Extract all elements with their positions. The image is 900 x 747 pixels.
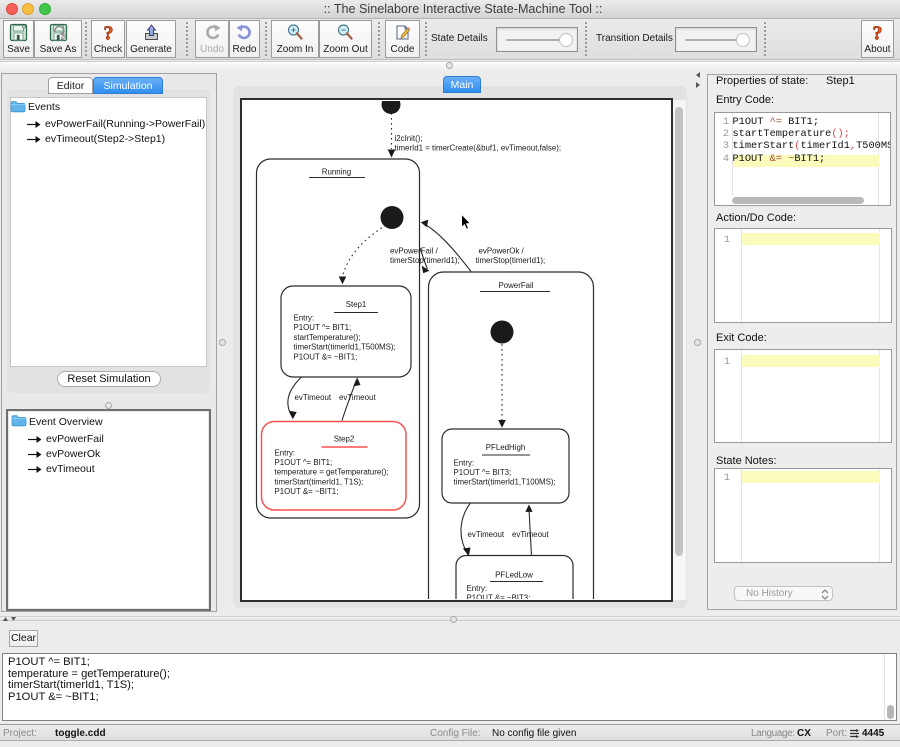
svg-text:evTimeout: evTimeout	[468, 530, 505, 539]
svg-text:timerStart(timerId1, T1S);: timerStart(timerId1, T1S);	[275, 477, 364, 486]
svg-text:PFLedHigh: PFLedHigh	[486, 443, 525, 452]
svg-text:PFLedLow: PFLedLow	[495, 571, 533, 580]
svg-text:P1OUT &= ~BIT3;: P1OUT &= ~BIT3;	[467, 594, 531, 599]
svg-text:timerId1 = timerCreate(&buf1,: timerId1 = timerCreate(&buf1, evTimeout,…	[395, 144, 562, 153]
svg-text:timerStop(timerId1);: timerStop(timerId1);	[390, 256, 460, 265]
svg-text:evTimeout: evTimeout	[295, 393, 332, 402]
svg-text:P1OUT ^= BIT1;: P1OUT ^= BIT1;	[294, 323, 352, 332]
svg-text:Entry:: Entry:	[275, 449, 296, 458]
svg-text:PowerFail: PowerFail	[498, 281, 533, 290]
svg-text:?: ?	[103, 23, 113, 43]
svg-text:startTemperature();: startTemperature();	[294, 333, 361, 342]
svg-text:timerStart(timerId1,T500MS);: timerStart(timerId1,T500MS);	[294, 343, 396, 352]
svg-text:evPowerFail /: evPowerFail /	[390, 247, 439, 256]
svg-text:evTimeout: evTimeout	[512, 530, 549, 539]
svg-text:i2cInit();: i2cInit();	[395, 134, 423, 143]
svg-text:Entry:: Entry:	[467, 584, 488, 593]
svg-text:timerStop(timerId1);: timerStop(timerId1);	[476, 256, 546, 265]
svg-text:Entry:: Entry:	[294, 314, 315, 323]
svg-text:temperature = getTemperature(): temperature = getTemperature();	[275, 468, 389, 477]
svg-text:evTimeout: evTimeout	[339, 393, 376, 402]
svg-text:P1OUT &= ~BIT1;: P1OUT &= ~BIT1;	[275, 487, 339, 496]
svg-text:Running: Running	[322, 168, 351, 177]
svg-text:?: ?	[873, 23, 883, 43]
svg-text:evPowerOk /: evPowerOk /	[479, 247, 525, 256]
svg-text:Step2: Step2	[334, 435, 355, 444]
svg-text:timerStart(timerId1,T100MS);: timerStart(timerId1,T100MS);	[454, 478, 556, 487]
svg-text:Entry:: Entry:	[454, 459, 475, 468]
svg-text:P1OUT ^= BIT3;: P1OUT ^= BIT3;	[454, 468, 512, 477]
svg-text:P1OUT ^= BIT1;: P1OUT ^= BIT1;	[275, 458, 333, 467]
svg-text:Step1: Step1	[346, 300, 367, 309]
svg-text:P1OUT &= ~BIT1;: P1OUT &= ~BIT1;	[294, 352, 358, 361]
